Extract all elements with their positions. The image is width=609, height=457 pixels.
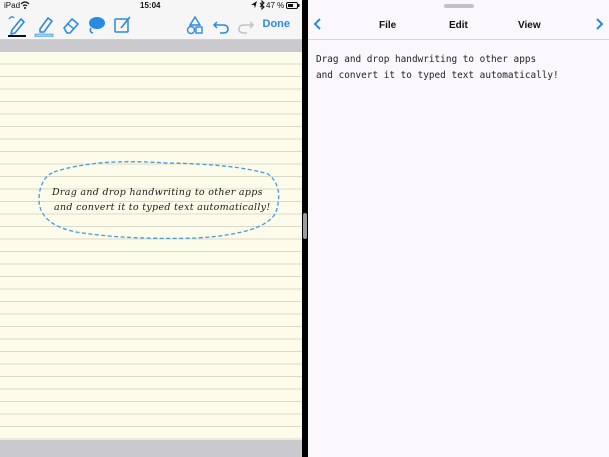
editor-text-area[interactable]: Drag and drop handwriting to other apps … [316, 52, 602, 84]
undo-icon[interactable] [210, 14, 232, 36]
handwriting-app: iPad 15:04 47 % Done Drag and drop handw… [0, 0, 302, 457]
device-label: iPad [4, 1, 21, 10]
text-editor-app: File Edit View Drag and drop handwriting… [308, 0, 609, 457]
menu-view[interactable]: View [518, 20, 541, 31]
battery-percent: 47 % [266, 1, 285, 10]
editor-navbar: File Edit View [308, 8, 609, 40]
pen-tool-icon[interactable] [6, 14, 28, 37]
drawing-toolbar: Done [0, 12, 302, 40]
status-bar: iPad 15:04 47 % [0, 0, 302, 12]
highlighter-tool-icon[interactable] [33, 14, 55, 37]
shapes-icon[interactable] [184, 14, 206, 36]
lasso-tool-icon[interactable] [86, 14, 108, 36]
notebook-page[interactable]: Drag and drop handwriting to other apps … [0, 52, 302, 440]
divider-handle[interactable] [303, 213, 307, 239]
chevron-right-icon[interactable] [593, 17, 605, 31]
handwriting-line-2: and convert it to typed text automatical… [54, 202, 271, 213]
eraser-tool-icon[interactable] [60, 14, 82, 36]
done-button[interactable]: Done [263, 18, 291, 30]
menu-edit[interactable]: Edit [449, 20, 468, 31]
menu-file[interactable]: File [379, 20, 396, 31]
lasso-selection-outline[interactable] [36, 160, 282, 240]
redo-icon[interactable] [235, 14, 257, 36]
battery-icon [286, 2, 300, 12]
status-time: 15:04 [140, 1, 161, 10]
text-box-tool-icon[interactable] [112, 14, 134, 36]
handwriting-line-1: Drag and drop handwriting to other apps [52, 187, 263, 198]
chevron-left-icon[interactable] [312, 17, 324, 31]
